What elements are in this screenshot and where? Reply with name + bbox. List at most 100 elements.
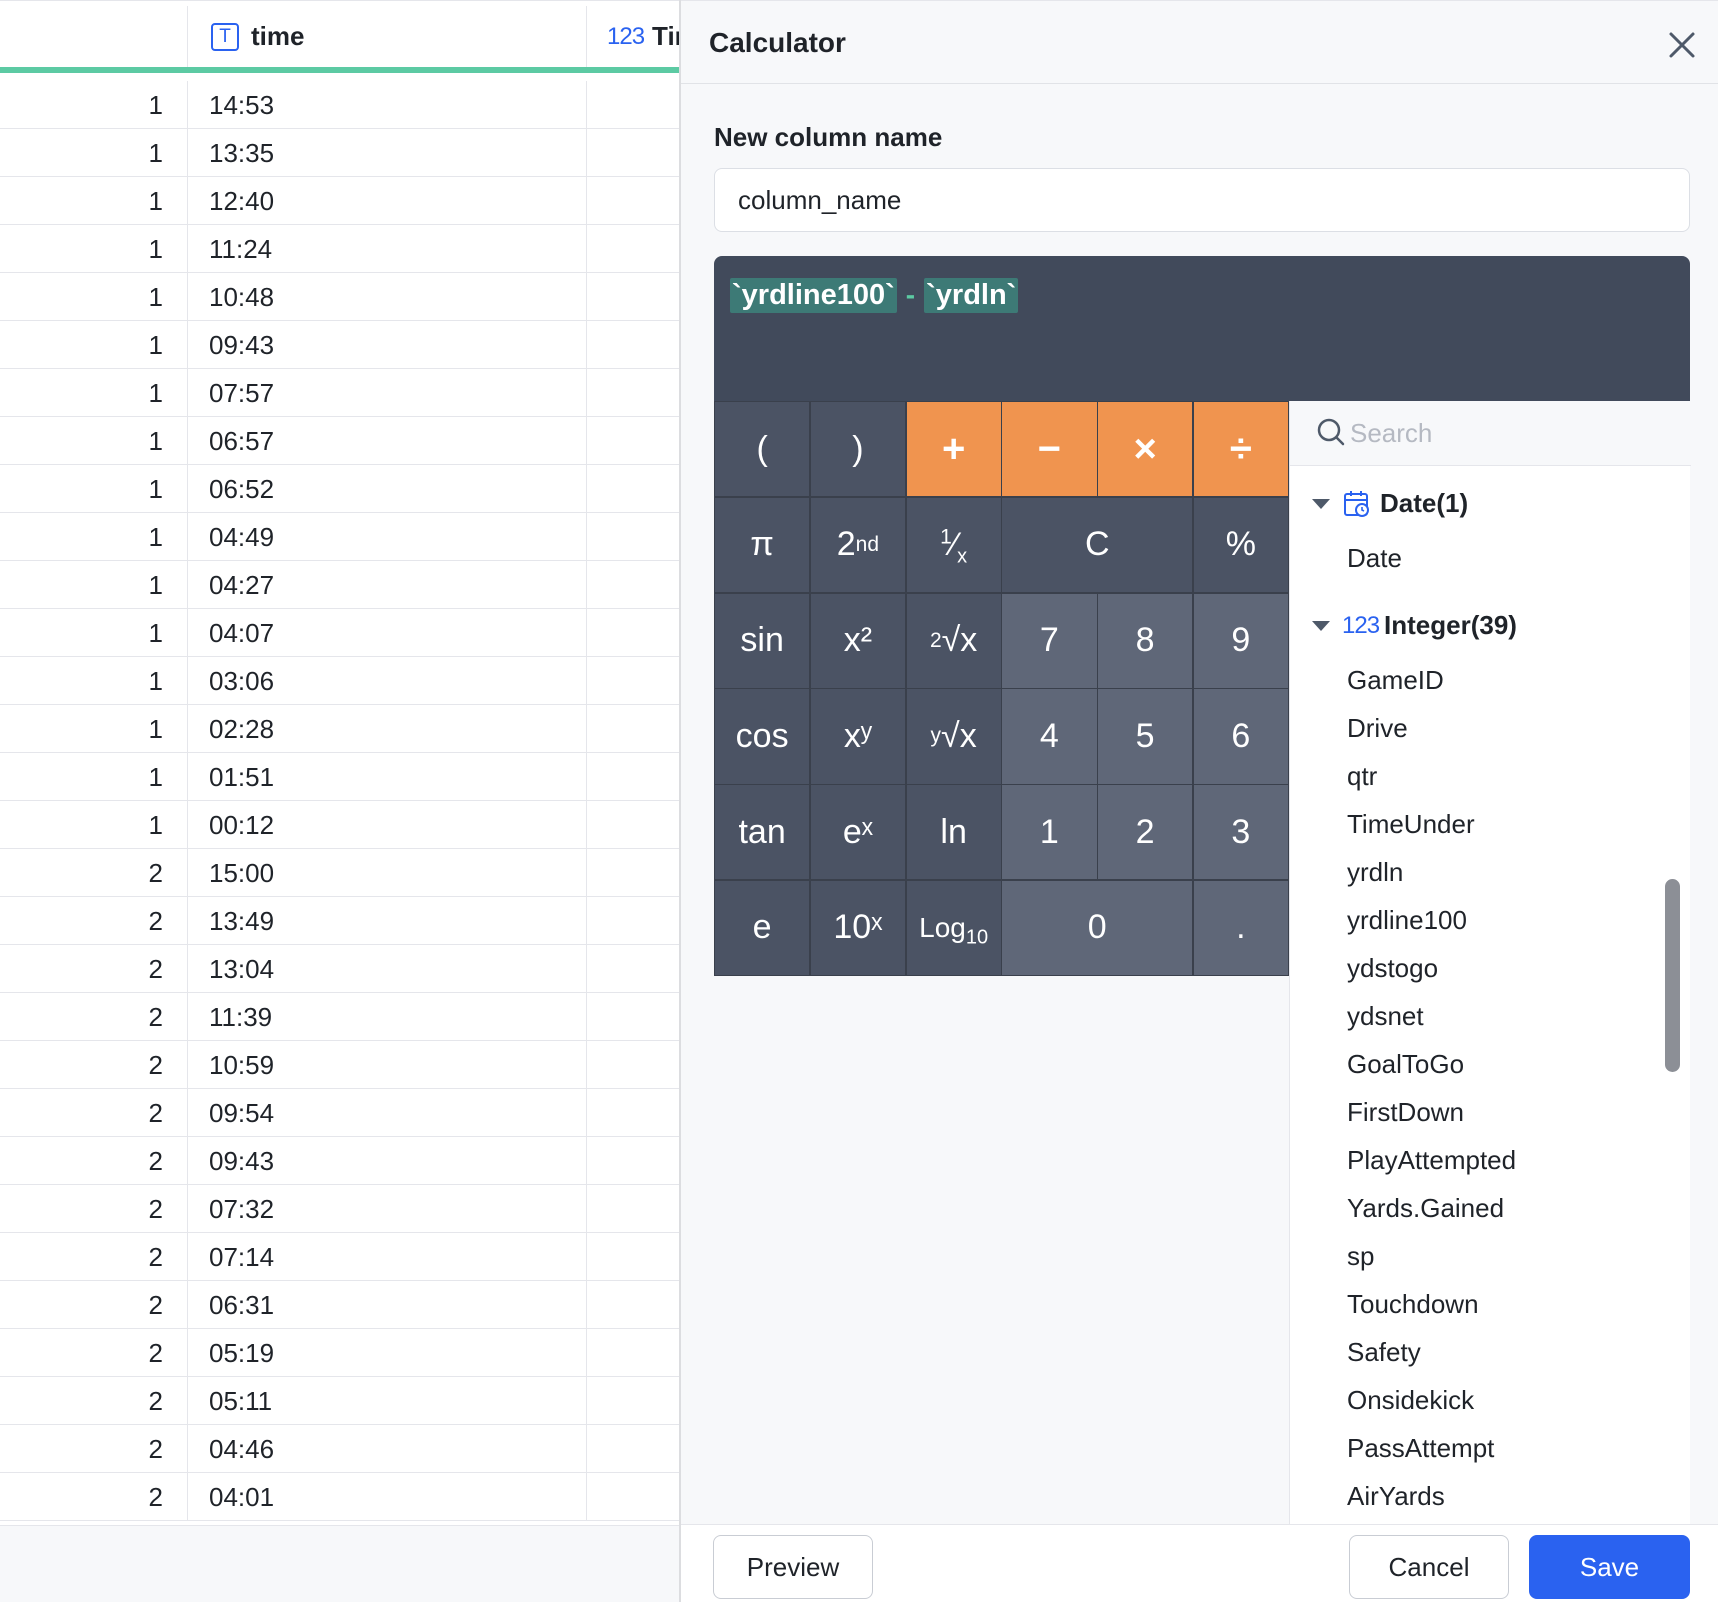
table-row[interactable]: 1 04:27	[0, 561, 679, 609]
field-item[interactable]: Yards.Gained	[1347, 1193, 1504, 1224]
field-item[interactable]: PlayAttempted	[1347, 1145, 1516, 1176]
key-pi[interactable]: π	[715, 497, 810, 592]
table-row[interactable]: 2 13:49	[0, 897, 679, 945]
column-header-row-number[interactable]	[0, 6, 188, 67]
table-row[interactable]: 2 09:43	[0, 1137, 679, 1185]
cell-time: 06:57	[188, 417, 587, 465]
cancel-button[interactable]: Cancel	[1349, 1535, 1509, 1599]
cell-time: 07:57	[188, 369, 587, 417]
search-input[interactable]	[1350, 413, 1670, 453]
field-item[interactable]: yrdln	[1347, 857, 1403, 888]
key-exp[interactable]: eˣ	[810, 785, 905, 880]
table-row[interactable]: 2 07:14	[0, 1233, 679, 1281]
key-e[interactable]: e	[715, 880, 810, 975]
key-1[interactable]: 1	[1002, 785, 1097, 880]
field-item[interactable]: Safety	[1347, 1337, 1421, 1368]
field-item[interactable]: GameID	[1347, 665, 1444, 696]
key-4[interactable]: 4	[1002, 689, 1097, 784]
key-0[interactable]: 0	[1002, 880, 1193, 975]
preview-button[interactable]: Preview	[713, 1535, 873, 1599]
column-name-input[interactable]	[714, 168, 1690, 232]
column-header-timeunder[interactable]: 123 Tir	[587, 6, 679, 67]
table-row[interactable]: 2 09:54	[0, 1089, 679, 1137]
key-3[interactable]: 3	[1193, 785, 1288, 880]
field-item[interactable]: ydsnet	[1347, 1001, 1424, 1032]
key-square[interactable]: x²	[810, 593, 905, 688]
field-item[interactable]: Date	[1347, 543, 1402, 574]
table-row[interactable]: 1 13:35	[0, 129, 679, 177]
close-icon[interactable]	[1662, 25, 1702, 65]
key-6[interactable]: 6	[1193, 689, 1288, 784]
key-minus[interactable]: −	[1002, 402, 1097, 497]
table-row[interactable]: 1 06:57	[0, 417, 679, 465]
field-item[interactable]: GoalToGo	[1347, 1049, 1464, 1080]
key-ln[interactable]: ln	[906, 785, 1001, 880]
table-row[interactable]: 1 14:53	[0, 81, 679, 129]
table-row[interactable]: 2 13:04	[0, 945, 679, 993]
table-row[interactable]: 2 10:59	[0, 1041, 679, 1089]
field-item[interactable]: TimeUnder	[1347, 809, 1475, 840]
table-row[interactable]: 1 01:51	[0, 753, 679, 801]
table-row[interactable]: 2 15:00	[0, 849, 679, 897]
field-item[interactable]: AirYards	[1347, 1481, 1445, 1512]
key-nth-root[interactable]: y √x	[906, 689, 1001, 784]
table-row[interactable]: 1 04:07	[0, 609, 679, 657]
table-row[interactable]: 1 00:12	[0, 801, 679, 849]
expression-editor[interactable]: `yrdline100` - `yrdln`	[714, 256, 1690, 401]
field-item[interactable]: PassAttempt	[1347, 1433, 1494, 1464]
field-item[interactable]: ydstogo	[1347, 953, 1438, 984]
expression-token-yrdln[interactable]: `yrdln`	[924, 278, 1019, 313]
table-row[interactable]: 2 05:19	[0, 1329, 679, 1377]
field-item[interactable]: yrdline100	[1347, 905, 1467, 936]
table-row[interactable]: 1 03:06	[0, 657, 679, 705]
table-row[interactable]: 2 06:31	[0, 1281, 679, 1329]
key-close-paren[interactable]: )	[810, 402, 905, 497]
key-plus[interactable]: +	[906, 402, 1001, 497]
key-power[interactable]: xʸ	[810, 689, 905, 784]
table-row[interactable]: 2 04:46	[0, 1425, 679, 1473]
table-row[interactable]: 2 04:01	[0, 1473, 679, 1521]
field-item[interactable]: Touchdown	[1347, 1289, 1479, 1320]
key-log10[interactable]: Log10	[906, 880, 1001, 975]
key-percent[interactable]: %	[1193, 497, 1288, 592]
field-item[interactable]: Onsidekick	[1347, 1385, 1474, 1416]
key-ten-power[interactable]: 10ˣ	[810, 880, 905, 975]
table-row[interactable]: 1 02:28	[0, 705, 679, 753]
key-open-paren[interactable]: (	[715, 402, 810, 497]
field-item[interactable]: Drive	[1347, 713, 1408, 744]
key-cos[interactable]: cos	[715, 689, 810, 784]
save-button[interactable]: Save	[1529, 1535, 1690, 1599]
table-row[interactable]: 1 04:49	[0, 513, 679, 561]
table-row[interactable]: 2 05:11	[0, 1377, 679, 1425]
key-2[interactable]: 2	[1098, 785, 1193, 880]
key-second[interactable]: 2nd	[810, 497, 905, 592]
table-row[interactable]: 1 09:43	[0, 321, 679, 369]
table-row[interactable]: 1 06:52	[0, 465, 679, 513]
column-header-time[interactable]: T time	[188, 6, 587, 67]
key-divide[interactable]: ÷	[1193, 402, 1288, 497]
key-multiply[interactable]: ×	[1098, 402, 1193, 497]
field-list-scrollbar[interactable]	[1665, 879, 1680, 1072]
table-row[interactable]: 1 12:40	[0, 177, 679, 225]
key-8[interactable]: 8	[1098, 593, 1193, 688]
key-7[interactable]: 7	[1002, 593, 1097, 688]
table-row[interactable]: 1 11:24	[0, 225, 679, 273]
key-clear[interactable]: C	[1002, 497, 1193, 592]
field-group-0[interactable]: Date(1)	[1312, 488, 1468, 519]
field-item[interactable]: FirstDown	[1347, 1097, 1464, 1128]
key-5[interactable]: 5	[1098, 689, 1193, 784]
key-9[interactable]: 9	[1193, 593, 1288, 688]
field-group-1[interactable]: 123 Integer(39)	[1312, 610, 1517, 641]
key-reciprocal[interactable]: 1⁄x	[906, 497, 1001, 592]
expression-token-yrdline100[interactable]: `yrdline100`	[730, 278, 897, 313]
key-tan[interactable]: tan	[715, 785, 810, 880]
key-square-root[interactable]: 2 √x	[906, 593, 1001, 688]
key-sin[interactable]: sin	[715, 593, 810, 688]
field-item[interactable]: sp	[1347, 1241, 1374, 1272]
field-item[interactable]: qtr	[1347, 761, 1377, 792]
table-row[interactable]: 2 07:32	[0, 1185, 679, 1233]
table-row[interactable]: 2 11:39	[0, 993, 679, 1041]
table-row[interactable]: 1 07:57	[0, 369, 679, 417]
key-decimal[interactable]: .	[1193, 880, 1288, 975]
table-row[interactable]: 1 10:48	[0, 273, 679, 321]
